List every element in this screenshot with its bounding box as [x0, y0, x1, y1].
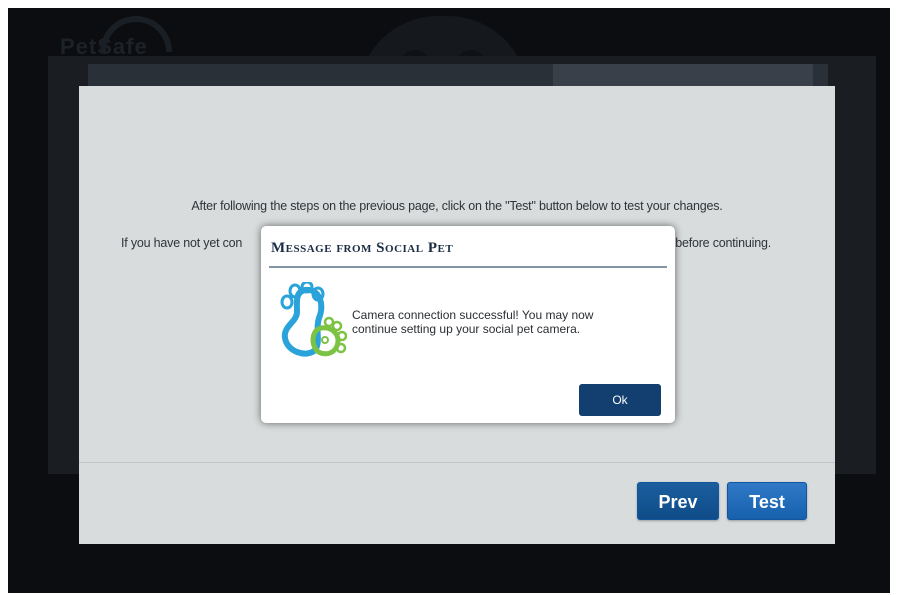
wizard-notice-start: If you have not yet con	[121, 236, 243, 250]
app-screen: PetSafe After following the steps on the…	[8, 8, 890, 593]
dialog-title: Message from Social Pet	[271, 240, 454, 256]
message-dialog: Message from Social Pet Camera connectio…	[261, 226, 675, 423]
wizard-footer-divider	[79, 462, 835, 463]
dialog-title-divider	[269, 266, 667, 268]
paw-logo-icon	[280, 282, 347, 357]
ok-button[interactable]: Ok	[579, 384, 661, 416]
wizard-instruction: After following the steps on the previou…	[191, 199, 723, 213]
wizard-notice-end: before continuing.	[675, 236, 771, 250]
dialog-message: Camera connection successful! You may no…	[352, 308, 594, 336]
prev-button[interactable]: Prev	[637, 482, 719, 520]
test-button[interactable]: Test	[727, 482, 807, 520]
background-header-accent	[553, 64, 813, 88]
logo-arc	[100, 16, 172, 52]
